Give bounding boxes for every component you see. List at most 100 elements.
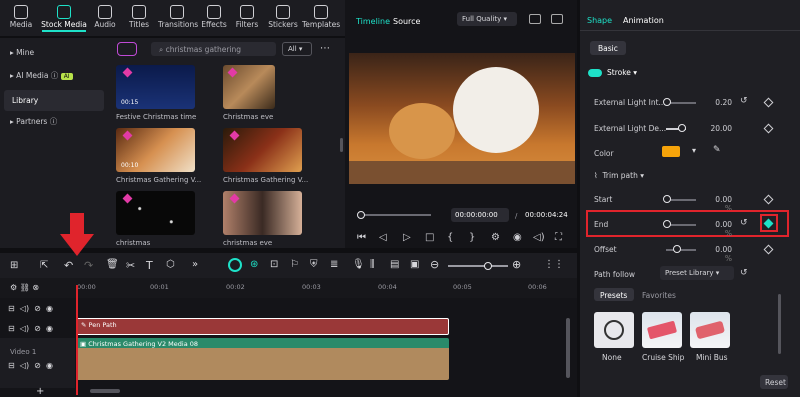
mixer-icon[interactable]: ⫼ [370,259,375,270]
color-swatch[interactable] [662,146,680,157]
sidebar-item-partners[interactable]: ▸ Partners ⓘ [10,116,57,127]
step-back-icon[interactable]: ◁ [379,232,387,243]
grid-icon[interactable]: ⋮⋮ [544,259,564,270]
sidebar-item-ai-media[interactable]: ▸ AI Media ⓘ AI [10,70,73,81]
text-icon[interactable]: T [146,259,153,272]
play-icon[interactable]: ▷ [403,232,411,243]
select-tool-icon[interactable]: ⇱ [40,260,48,271]
reset-icon[interactable]: ↺ [740,268,748,278]
fullscreen-icon[interactable]: ⛶ [555,232,562,243]
folder-icon[interactable] [117,42,137,56]
subtab-basic[interactable]: Basic [590,41,626,55]
reset-icon[interactable]: ↺ [740,218,748,228]
sidebar-item-mine[interactable]: ▸ Mine [10,48,34,57]
media-thumb-6[interactable] [223,191,302,235]
sidebar-item-library[interactable]: Library [4,90,104,111]
tab-animation[interactable]: Animation [623,16,664,25]
snapshot-icon[interactable] [529,14,541,24]
stop-icon[interactable]: □ [425,232,434,243]
toolbar-templates[interactable]: Templates [302,3,340,29]
add-track-icon[interactable]: + [36,386,44,397]
keyframe-icon[interactable] [763,97,774,108]
horizontal-scrollbar[interactable] [90,389,120,393]
slider-knob[interactable] [663,195,671,203]
slider-knob[interactable] [673,245,681,253]
media-thumb-1[interactable]: 00:15 [116,65,195,109]
preset-mini-bus[interactable] [690,312,730,348]
slider-knob[interactable] [663,98,671,106]
scrollbar[interactable] [340,138,343,152]
reset-button[interactable]: Reset [760,375,788,389]
toolbar-transitions[interactable]: Transitions [158,3,198,29]
search-input[interactable]: ⌕ christmas gathering [151,42,276,56]
tab-favorites[interactable]: Favorites [642,291,676,300]
crop-icon[interactable]: ⬡ [166,259,175,270]
playback-scrubber[interactable] [359,214,431,216]
zoom-out-icon[interactable]: ⊖ [430,258,439,271]
scrollbar[interactable] [778,294,781,354]
slider-knob[interactable] [663,220,671,228]
more-icon[interactable]: ⋯ [320,43,330,54]
toolbar-stock-media[interactable]: Stock Media [40,3,88,32]
media-thumb-2[interactable] [223,65,275,109]
zoom-slider[interactable] [448,265,508,267]
shield-icon[interactable]: ⛨ [310,259,318,270]
toolbar-media[interactable]: Media [6,3,36,29]
prev-frame-icon[interactable]: ⏮ [357,232,366,243]
redo-icon[interactable]: ↷ [84,259,93,272]
layout-icon[interactable]: ⊞ [10,260,18,271]
tab-source[interactable]: Source [393,17,420,26]
pen-path-clip[interactable]: ✎ Pen Path [76,318,449,335]
toolbar-effects[interactable]: Effects [200,3,228,29]
track-controls[interactable]: ⊟ ◁) ⊘ ◉ [8,324,53,333]
current-time[interactable]: 00:00:00:00 [451,208,509,222]
mark-in-icon[interactable]: { [447,232,453,243]
preset-cruise-ship[interactable] [642,312,682,348]
keyframe-icon[interactable] [763,194,774,205]
toolbar-stickers[interactable]: Stickers [268,3,298,29]
scrubber-knob[interactable] [357,211,365,219]
speed-icon[interactable]: ⊛ [250,259,258,270]
zoom-knob[interactable] [484,262,492,270]
tab-timeline[interactable]: Timeline [356,17,390,26]
settings-icon[interactable]: ⚙ [491,232,500,243]
image-icon[interactable]: ▣ [410,259,419,270]
video-clip[interactable]: ▣ Christmas Gathering V2 Media 08 [76,338,449,380]
preset-none[interactable] [594,312,634,348]
caption-icon[interactable]: ▤ [390,259,399,270]
render-icon[interactable]: ⊡ [270,259,278,270]
offset-value[interactable]: 0.00 % [706,245,732,263]
toolbar-audio[interactable]: Audio [92,3,118,29]
tab-presets[interactable]: Presets [594,288,634,301]
toolbar-filters[interactable]: Filters [234,3,260,29]
ai-tool-icon[interactable] [228,258,242,272]
keyframe-icon[interactable] [763,123,774,134]
mic-icon[interactable]: 🎙 [352,259,365,270]
scrollbar[interactable] [566,318,570,378]
tab-shape[interactable]: Shape [587,16,612,25]
track-settings-icon[interactable]: ⚙ ⛓ ⊗ [10,283,39,292]
media-thumb-4[interactable] [223,128,302,172]
display-icon[interactable] [551,14,563,24]
more-tools-icon[interactable]: » [192,259,198,270]
delete-icon[interactable]: 🗑 [106,259,119,270]
ext-light-de-value[interactable]: 20.00 [708,124,732,133]
end-value[interactable]: 0.00 % [706,220,732,238]
marker-icon[interactable]: ⚐ [290,259,299,270]
path-follow-dropdown[interactable]: Preset Library ▾ [660,266,734,280]
reset-icon[interactable]: ↺ [740,96,748,106]
track-controls[interactable]: ⊟ ◁) ⊘ ◉ [8,361,53,370]
zoom-in-icon[interactable]: ⊕ [512,258,521,271]
cut-icon[interactable]: ✂ [126,259,135,272]
quality-dropdown[interactable]: Full Quality ▾ [457,12,517,26]
offset-slider[interactable] [666,249,696,251]
filter-dropdown[interactable]: All ▾ [282,42,312,56]
playhead[interactable] [76,285,78,395]
slider-knob[interactable] [678,124,686,132]
mark-out-icon[interactable]: } [469,232,475,243]
ext-light-int-value[interactable]: 0.20 [710,98,732,107]
camera-icon[interactable]: ◉ [513,232,522,243]
track-controls[interactable]: ⊟ ◁) ⊘ ◉ [8,304,53,313]
undo-icon[interactable]: ↶ [64,259,73,272]
stack-icon[interactable]: ≣ [330,259,338,270]
